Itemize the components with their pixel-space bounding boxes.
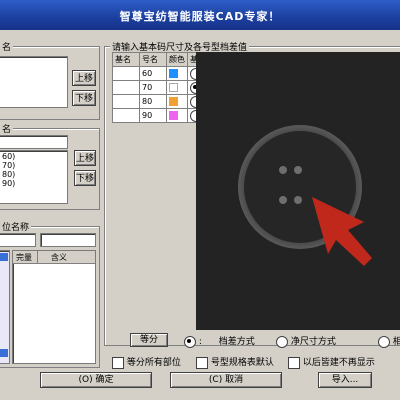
group-parts-title: 位名称 xyxy=(0,220,32,233)
list-item[interactable]: 60) xyxy=(2,152,67,161)
group-names-title: 名 xyxy=(0,40,14,53)
part-name-input[interactable] xyxy=(0,233,36,247)
part-arrow-icon xyxy=(0,349,8,357)
check-dont-show-again[interactable]: 以后皆建不再显示 xyxy=(288,355,375,369)
col-header-meaning: 含义 xyxy=(51,253,67,262)
table-row: 70 xyxy=(112,80,205,95)
list-item[interactable]: 80) xyxy=(2,170,67,179)
title-bar: 智尊宝纺智能服装CAD专家！ xyxy=(0,0,400,30)
size-name-input[interactable] xyxy=(0,135,68,149)
table-row: 90 xyxy=(112,108,205,123)
radio-relative-mode[interactable]: 相 xyxy=(378,334,400,348)
col-header-amount: 完量 xyxy=(16,253,32,262)
names-list[interactable] xyxy=(0,56,68,108)
checkbox-icon[interactable] xyxy=(288,356,300,369)
preview-canvas xyxy=(196,52,400,330)
parts-table-header: 完量 含义 xyxy=(13,251,95,264)
part-icon-strip xyxy=(0,250,10,364)
grade-button[interactable]: 等分 xyxy=(130,333,168,347)
size-cell[interactable]: 90 xyxy=(139,108,167,123)
table-row: 80 xyxy=(112,94,205,109)
list-item[interactable]: 90) xyxy=(2,179,67,188)
check-size-table-default[interactable]: 号型规格表默认 xyxy=(196,355,274,369)
ok-button[interactable]: (O) 确定 xyxy=(40,372,152,388)
col-header-color: 颜色 xyxy=(166,52,188,67)
color-swatch[interactable] xyxy=(169,111,178,120)
group-sizes-title: 名 xyxy=(0,122,14,135)
table-row: 60 xyxy=(112,66,205,81)
checkbox-icon[interactable] xyxy=(112,356,124,369)
color-swatch[interactable] xyxy=(169,97,178,106)
size-list[interactable]: 60) 70) 80) 90) xyxy=(0,150,68,204)
move-up-button-2[interactable]: 上移 xyxy=(74,150,96,166)
check-grade-all-parts[interactable]: 等分所有部位 xyxy=(112,355,181,369)
size-grade-table[interactable]: 基名 号名 颜色 基 60 70 80 90 xyxy=(112,52,205,123)
move-down-button-1[interactable]: 下移 xyxy=(72,90,96,106)
size-cell[interactable]: 80 xyxy=(139,94,167,109)
radio-net-size-mode[interactable]: 净尺寸方式 xyxy=(276,334,336,348)
radio-relative-icon[interactable] xyxy=(378,335,390,348)
move-down-button-2[interactable]: 下移 xyxy=(74,170,96,186)
part-arrow-icon xyxy=(0,253,8,261)
color-swatch[interactable] xyxy=(169,83,178,92)
button-logo-icon xyxy=(238,125,372,266)
col-header-base-name: 基名 xyxy=(112,52,140,67)
radio-grade-mode-icon[interactable] xyxy=(184,335,196,348)
radio-net-size-icon[interactable] xyxy=(276,335,288,348)
cancel-button[interactable]: (C) 取消 xyxy=(170,372,282,388)
window-title: 智尊宝纺智能服装CAD专家！ xyxy=(119,10,281,23)
size-cell[interactable]: 70 xyxy=(139,80,167,95)
part-meaning-input[interactable] xyxy=(40,233,96,247)
color-swatch[interactable] xyxy=(169,69,178,78)
col-header-size-name: 号名 xyxy=(139,52,167,67)
radio-grade-mode[interactable]: : 档差方式 xyxy=(184,334,255,348)
parts-table[interactable]: 完量 含义 xyxy=(12,250,96,364)
list-item[interactable]: 70) xyxy=(2,161,67,170)
import-button[interactable]: 导入... xyxy=(318,372,372,388)
size-cell[interactable]: 60 xyxy=(139,66,167,81)
move-up-button-1[interactable]: 上移 xyxy=(72,70,96,86)
checkbox-icon[interactable] xyxy=(196,356,208,369)
